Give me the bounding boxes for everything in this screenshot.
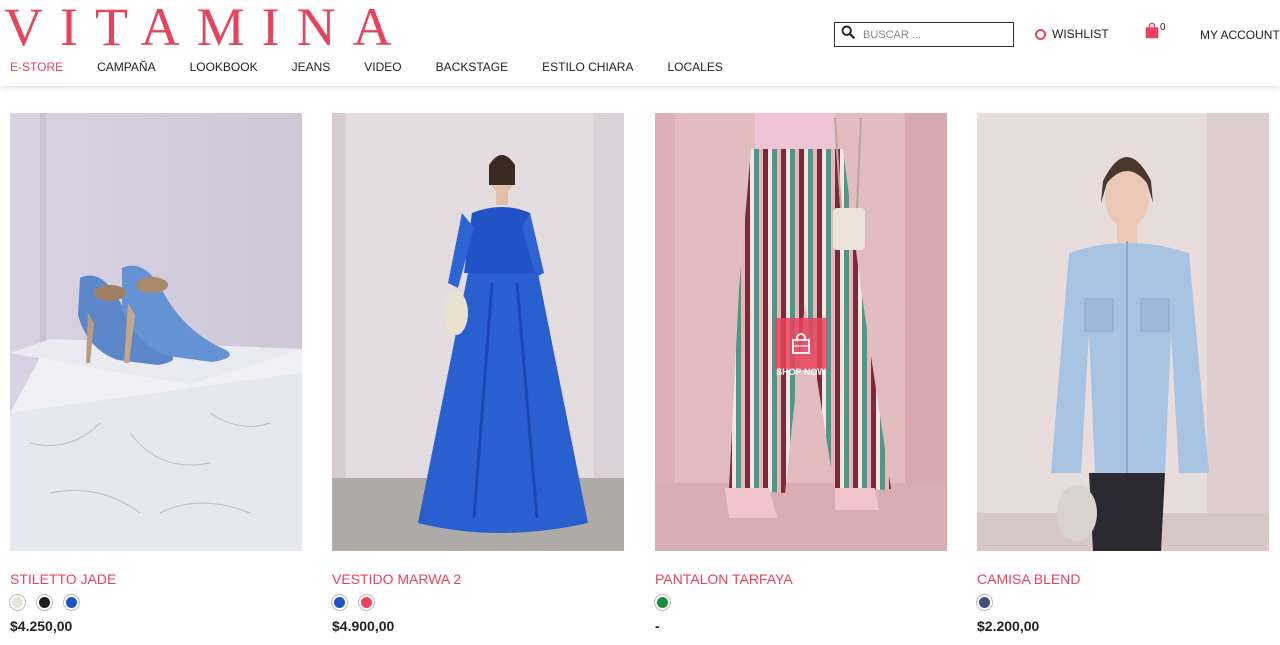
product-price: $4.250,00 <box>10 618 73 634</box>
product-card: SHOP NOW PANTALON TARFAYA - <box>655 113 947 634</box>
nav-item-locales[interactable]: LOCALES <box>667 60 722 74</box>
my-account-link[interactable]: MY ACCOUNT <box>1200 28 1280 42</box>
color-swatches <box>332 594 624 610</box>
brand-logo[interactable]: VITAMINA <box>4 0 409 54</box>
shop-now-button[interactable] <box>775 318 827 370</box>
shop-now-label[interactable]: SHOP NOW <box>755 367 847 377</box>
shopping-bag-icon <box>792 333 810 354</box>
nav-item-video[interactable]: VIDEO <box>364 60 401 74</box>
wishlist-label: WISHLIST <box>1052 27 1109 41</box>
nav-item-backstage[interactable]: BACKSTAGE <box>436 60 508 74</box>
search-box <box>834 22 1014 47</box>
nav-item-e-store[interactable]: E-STORE <box>10 60 63 74</box>
cart-button[interactable]: 0 <box>1143 22 1166 45</box>
color-swatches <box>655 594 947 610</box>
product-card: CAMISA BLEND $2.200,00 <box>977 113 1269 634</box>
nav-item-lookbook[interactable]: LOOKBOOK <box>190 60 258 74</box>
wishlist-circle-icon <box>1035 28 1046 40</box>
cart-count: 0 <box>1160 22 1166 33</box>
product-image[interactable]: SHOP NOW <box>655 113 947 551</box>
shopping-bag-icon <box>1145 22 1159 39</box>
product-name[interactable]: PANTALON TARFAYA <box>655 571 947 587</box>
color-swatch[interactable] <box>332 594 347 610</box>
search-icon[interactable] <box>841 25 855 44</box>
product-image[interactable] <box>332 113 624 551</box>
product-price: $4.900,00 <box>332 618 395 634</box>
product-image[interactable] <box>977 113 1269 551</box>
product-price: $2.200,00 <box>977 618 1040 634</box>
product-card: STILETTO JADE $4.250,00 <box>10 113 302 634</box>
product-name[interactable]: STILETTO JADE <box>10 571 302 587</box>
nav-item-estilo-chiara[interactable]: ESTILO CHIARA <box>542 60 633 74</box>
nav-item-jeans[interactable]: JEANS <box>292 60 331 74</box>
product-name[interactable]: CAMISA BLEND <box>977 571 1269 587</box>
wishlist-link[interactable]: WISHLIST <box>1035 27 1109 41</box>
product-price: - <box>655 618 660 634</box>
color-swatch[interactable] <box>10 594 25 610</box>
product-image[interactable] <box>10 113 302 551</box>
color-swatch[interactable] <box>37 594 52 610</box>
site-header: VITAMINA E-STORE CAMPAÑA LOOKBOOK JEANS … <box>0 0 1280 86</box>
color-swatches <box>10 594 302 610</box>
color-swatch[interactable] <box>359 594 374 610</box>
product-card: VESTIDO MARWA 2 $4.900,00 <box>332 113 624 634</box>
color-swatch[interactable] <box>655 594 670 610</box>
color-swatch[interactable] <box>977 594 992 610</box>
color-swatch[interactable] <box>64 594 79 610</box>
search-input[interactable] <box>863 28 1003 41</box>
color-swatches <box>977 594 1269 610</box>
main-nav: E-STORE CAMPAÑA LOOKBOOK JEANS VIDEO BAC… <box>10 60 757 74</box>
product-name[interactable]: VESTIDO MARWA 2 <box>332 571 624 587</box>
nav-item-campana[interactable]: CAMPAÑA <box>97 60 155 74</box>
